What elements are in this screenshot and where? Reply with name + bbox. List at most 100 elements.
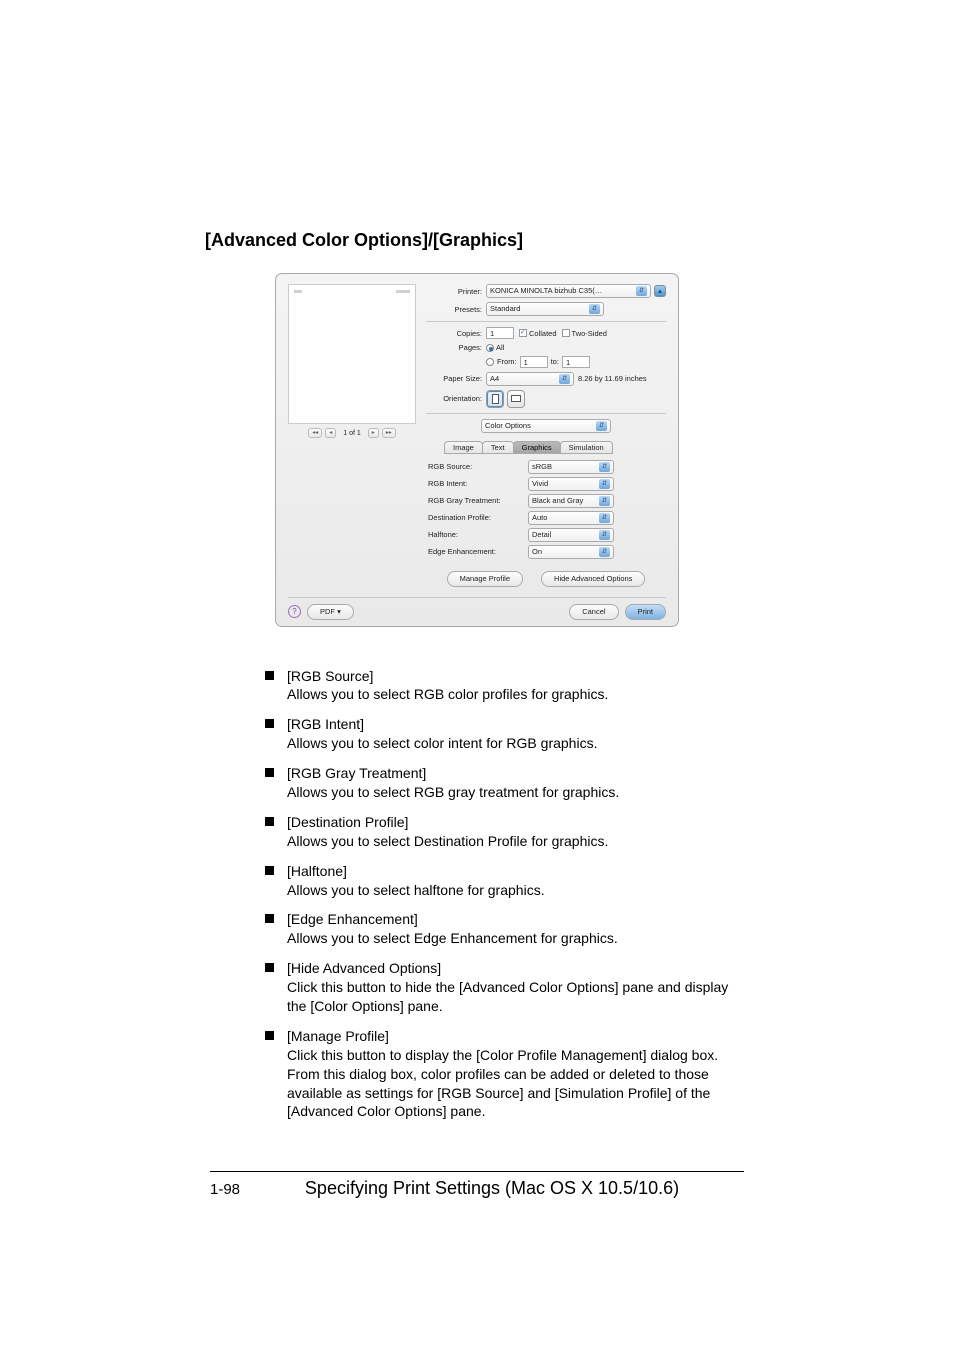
collapse-button[interactable]: ▴ [654, 285, 666, 297]
rgb-gray-value: Black and Gray [532, 496, 583, 506]
definition-term: [Destination Profile] [287, 813, 749, 832]
papersize-value: A4 [490, 374, 499, 384]
definition-term: [Edge Enhancement] [287, 910, 749, 929]
definition-term: [RGB Intent] [287, 715, 749, 734]
definition-desc: Allows you to select RGB gray treatment … [287, 783, 749, 802]
nav-last-button[interactable]: ▸▸ [382, 428, 396, 438]
footer-title: Specifying Print Settings (Mac OS X 10.5… [240, 1178, 744, 1199]
tab-simulation[interactable]: Simulation [560, 441, 613, 454]
rgb-intent-label: RGB Intent: [428, 479, 528, 488]
nav-page-text: 1 of 1 [339, 430, 365, 437]
papersize-label: Paper Size: [426, 374, 486, 383]
preview-page [288, 284, 416, 424]
definition-desc: Click this button to display the [Color … [287, 1046, 749, 1122]
definition-term: [Hide Advanced Options] [287, 959, 749, 978]
tab-text[interactable]: Text [482, 441, 514, 454]
nav-first-button[interactable]: ◂◂ [308, 428, 322, 438]
printer-value: KONICA MINOLTA bizhub C35(… [490, 286, 602, 296]
pdf-button[interactable]: PDF ▾ [307, 604, 354, 620]
dest-profile-label: Destination Profile: [428, 513, 528, 522]
pages-from-radio[interactable] [486, 358, 494, 366]
rgb-intent-select[interactable]: Vivid ⇵ [528, 477, 614, 491]
definition-item: [Edge Enhancement]Allows you to select E… [265, 910, 749, 948]
nav-prev-button[interactable]: ◂ [325, 428, 336, 438]
tab-image[interactable]: Image [444, 441, 483, 454]
pages-all-radio[interactable] [486, 344, 494, 352]
dest-profile-value: Auto [532, 513, 547, 523]
landscape-icon [511, 395, 521, 402]
edge-enhance-value: On [532, 547, 542, 557]
definition-desc: Allows you to select Destination Profile… [287, 832, 749, 851]
from-input[interactable]: 1 [520, 356, 548, 368]
edge-enhance-select[interactable]: On ⇵ [528, 545, 614, 559]
select-arrow-icon: ⇵ [636, 286, 647, 296]
definition-term: [RGB Gray Treatment] [287, 764, 749, 783]
collated-checkbox[interactable] [519, 329, 527, 337]
dest-profile-select[interactable]: Auto ⇵ [528, 511, 614, 525]
divider [426, 321, 666, 322]
select-arrow-icon: ⇵ [599, 496, 610, 506]
select-arrow-icon: ⇵ [599, 462, 610, 472]
select-arrow-icon: ⇵ [596, 421, 607, 431]
definition-item: [Halftone]Allows you to select halftone … [265, 862, 749, 900]
rgb-gray-label: RGB Gray Treatment: [428, 496, 528, 505]
portrait-icon [492, 394, 499, 404]
rgb-source-value: sRGB [532, 462, 552, 472]
page-heading: [Advanced Color Options]/[Graphics] [205, 230, 749, 251]
printer-select[interactable]: KONICA MINOLTA bizhub C35(… ⇵ [486, 284, 651, 298]
print-button[interactable]: Print [625, 604, 666, 620]
nav-next-button[interactable]: ▸ [368, 428, 379, 438]
definition-desc: Allows you to select Edge Enhancement fo… [287, 929, 749, 948]
presets-label: Presets: [426, 305, 486, 314]
select-arrow-icon: ⇵ [599, 479, 610, 489]
definition-item: [RGB Gray Treatment]Allows you to select… [265, 764, 749, 802]
to-label: to: [551, 357, 559, 366]
halftone-select[interactable]: Detail ⇵ [528, 528, 614, 542]
to-input[interactable]: 1 [562, 356, 590, 368]
pane-value: Color Options [485, 421, 531, 431]
rgb-intent-value: Vivid [532, 479, 548, 489]
pages-label: Pages: [426, 343, 486, 352]
copies-input[interactable]: 1 [486, 327, 514, 339]
page-footer: 1-98 Specifying Print Settings (Mac OS X… [210, 1171, 744, 1199]
cancel-button[interactable]: Cancel [569, 604, 618, 620]
twosided-checkbox[interactable] [562, 329, 570, 337]
pages-all-label: All [496, 343, 504, 352]
divider [426, 413, 666, 414]
select-arrow-icon: ⇵ [599, 530, 610, 540]
hide-advanced-button[interactable]: Hide Advanced Options [541, 571, 645, 587]
definition-desc: Allows you to select RGB color profiles … [287, 685, 749, 704]
rgb-source-select[interactable]: sRGB ⇵ [528, 460, 614, 474]
select-arrow-icon: ⇵ [599, 547, 610, 557]
copies-label: Copies: [426, 329, 486, 338]
definition-item: [Hide Advanced Options]Click this button… [265, 959, 749, 1016]
definition-item: [RGB Intent]Allows you to select color i… [265, 715, 749, 753]
halftone-value: Detail [532, 530, 551, 540]
select-arrow-icon: ⇵ [589, 304, 600, 314]
orientation-landscape-button[interactable] [507, 390, 525, 408]
tabs: Image Text Graphics Simulation [444, 441, 666, 454]
tab-graphics[interactable]: Graphics [513, 441, 561, 454]
definition-desc: Click this button to hide the [Advanced … [287, 978, 749, 1016]
from-label: From: [497, 357, 517, 366]
definitions-list: [RGB Source]Allows you to select RGB col… [265, 667, 749, 1122]
halftone-label: Halftone: [428, 530, 528, 539]
papersize-select[interactable]: A4 ⇵ [486, 372, 574, 386]
pane-select[interactable]: Color Options ⇵ [481, 419, 611, 433]
edge-enhance-label: Edge Enhancement: [428, 547, 528, 556]
collated-label: Collated [529, 329, 557, 338]
rgb-source-label: RGB Source: [428, 462, 528, 471]
rgb-gray-select[interactable]: Black and Gray ⇵ [528, 494, 614, 508]
manage-profile-button[interactable]: Manage Profile [447, 571, 523, 587]
definition-term: [Manage Profile] [287, 1027, 749, 1046]
presets-select[interactable]: Standard⇵ [486, 302, 604, 316]
orientation-portrait-button[interactable] [486, 390, 504, 408]
twosided-label: Two-Sided [572, 329, 607, 338]
definition-term: [RGB Source] [287, 667, 749, 686]
printer-label: Printer: [426, 287, 486, 296]
definition-desc: Allows you to select color intent for RG… [287, 734, 749, 753]
select-arrow-icon: ⇵ [599, 513, 610, 523]
help-button[interactable]: ? [288, 605, 301, 618]
definition-desc: Allows you to select halftone for graphi… [287, 881, 749, 900]
select-arrow-icon: ⇵ [559, 374, 570, 384]
